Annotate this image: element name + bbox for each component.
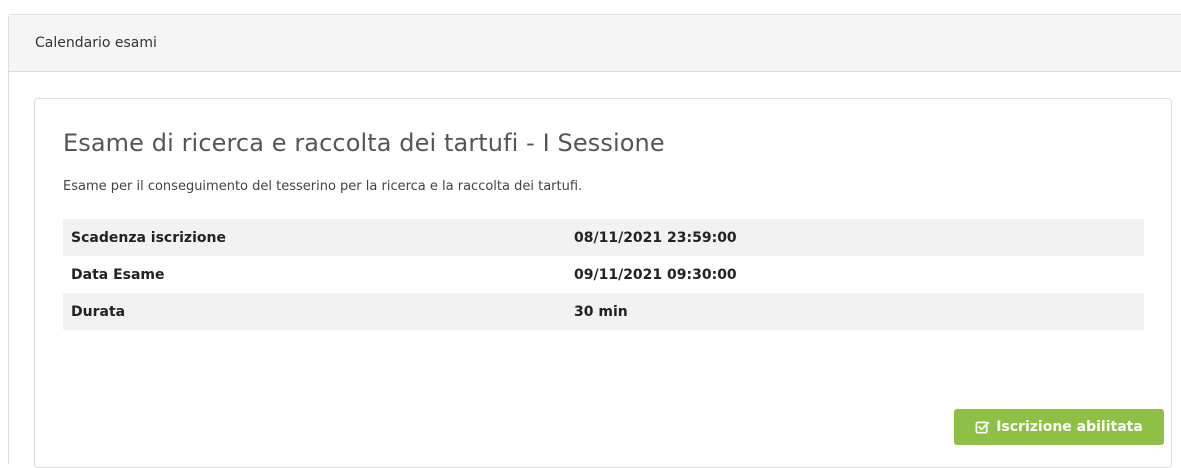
exam-details-table: Scadenza iscrizione 08/11/2021 23:59:00 … <box>63 219 1144 330</box>
panel-heading: Calendario esami <box>9 15 1181 72</box>
detail-value-scadenza: 08/11/2021 23:59:00 <box>566 219 1144 256</box>
button-label: Iscrizione abilitata <box>996 419 1143 435</box>
check-square-icon <box>975 420 990 435</box>
exam-description: Esame per il conseguimento del tesserino… <box>63 179 583 194</box>
exam-title: Esame di ricerca e raccolta dei tartufi … <box>63 129 665 157</box>
detail-label-durata: Durata <box>63 293 566 330</box>
table-row: Durata 30 min <box>63 293 1144 330</box>
detail-label-data-esame: Data Esame <box>71 266 165 283</box>
detail-value-data-esame: 09/11/2021 09:30:00 <box>574 266 737 283</box>
detail-label-scadenza: Scadenza iscrizione <box>63 219 566 256</box>
table-row: Scadenza iscrizione 08/11/2021 23:59:00 <box>63 219 1144 256</box>
detail-value-durata: 30 min <box>566 293 1144 330</box>
iscrizione-abilitata-button[interactable]: Iscrizione abilitata <box>954 409 1164 445</box>
table-row: Data Esame 09/11/2021 09:30:00 <box>63 256 1144 293</box>
